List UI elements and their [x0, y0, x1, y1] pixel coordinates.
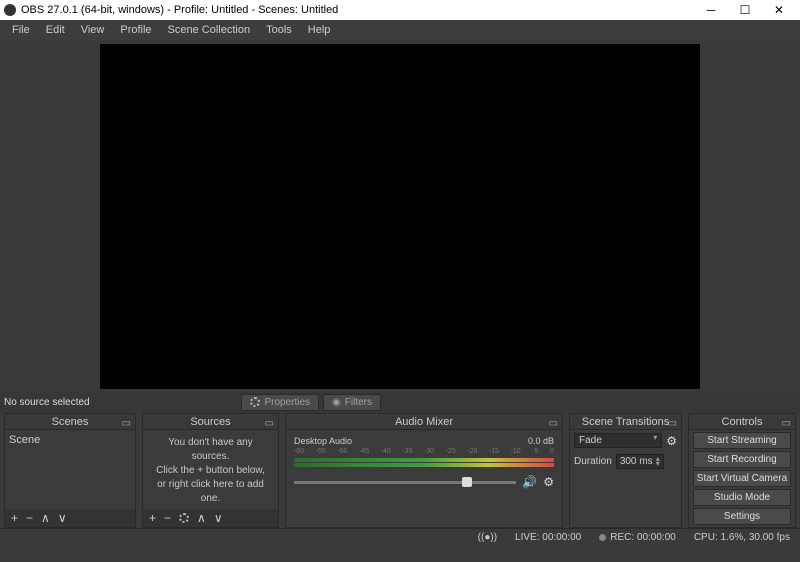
transition-settings-button[interactable]: ⚙: [666, 434, 677, 448]
sources-toolbar: + − ∧ ∨: [143, 509, 278, 527]
volume-slider[interactable]: [294, 481, 516, 484]
dock-panels: Scenes▭ Scene + − ∧ ∨ Sources▭ You don't…: [0, 413, 800, 528]
maximize-button[interactable]: ☐: [728, 0, 762, 20]
sources-empty-hint: You don't have any sources. Click the + …: [143, 430, 278, 509]
audio-mixer-panel: Audio Mixer▭ Desktop Audio 0.0 dB -60-55…: [285, 413, 563, 528]
menu-scene-collection[interactable]: Scene Collection: [160, 24, 259, 36]
move-source-down[interactable]: ∨: [214, 511, 223, 525]
obs-logo-icon: [4, 4, 16, 16]
sources-panel: Sources▭ You don't have any sources. Cli…: [142, 413, 279, 528]
move-scene-down[interactable]: ∨: [58, 511, 67, 525]
transitions-header: Scene Transitions▭: [570, 414, 681, 430]
sources-header: Sources▭: [143, 414, 278, 430]
window-title: OBS 27.0.1 (64-bit, windows) - Profile: …: [21, 4, 694, 16]
start-recording-button[interactable]: Start Recording: [693, 451, 791, 468]
duration-input[interactable]: 300 ms▴▾: [616, 454, 664, 469]
scenes-list[interactable]: Scene: [5, 430, 135, 509]
menubar: File Edit View Profile Scene Collection …: [0, 20, 800, 40]
broadcast-icon: ((●)): [478, 532, 497, 543]
video-preview[interactable]: [100, 44, 700, 389]
titlebar: OBS 27.0.1 (64-bit, windows) - Profile: …: [0, 0, 800, 20]
channel-settings-button[interactable]: ⚙: [543, 475, 554, 489]
scenes-header: Scenes▭: [5, 414, 135, 430]
status-live: LIVE: 00:00:00: [515, 532, 581, 543]
remove-source-button[interactable]: −: [164, 511, 171, 525]
chevron-down-icon: ▾: [653, 435, 657, 446]
transition-select[interactable]: Fade▾: [574, 433, 662, 448]
menu-file[interactable]: File: [4, 24, 38, 36]
duration-label: Duration: [574, 456, 612, 467]
menu-profile[interactable]: Profile: [112, 24, 159, 36]
menu-tools[interactable]: Tools: [258, 24, 300, 36]
transitions-panel: Scene Transitions▭ Fade▾ ⚙ Duration 300 …: [569, 413, 682, 528]
selection-status: No source selected: [4, 397, 90, 408]
scenes-toolbar: + − ∧ ∨: [5, 509, 135, 527]
scenes-panel: Scenes▭ Scene + − ∧ ∨: [4, 413, 136, 528]
speaker-icon[interactable]: 🔊: [522, 475, 537, 489]
preview-area: [0, 40, 800, 391]
channel-name: Desktop Audio: [294, 436, 352, 446]
menu-edit[interactable]: Edit: [38, 24, 73, 36]
add-scene-button[interactable]: +: [11, 511, 18, 525]
audio-channel: Desktop Audio 0.0 dB -60-55-50-45-40-35-…: [286, 430, 562, 495]
vu-meter: [294, 463, 554, 467]
menu-view[interactable]: View: [73, 24, 113, 36]
controls-header: Controls▭: [689, 414, 795, 430]
gear-icon: [250, 397, 260, 407]
controls-panel: Controls▭ Start Streaming Start Recordin…: [688, 413, 796, 528]
vu-meter: [294, 458, 554, 462]
menu-help[interactable]: Help: [300, 24, 339, 36]
add-source-button[interactable]: +: [149, 511, 156, 525]
move-scene-up[interactable]: ∧: [41, 511, 50, 525]
settings-button[interactable]: Settings: [693, 508, 791, 525]
rec-dot-icon: [599, 534, 606, 541]
channel-level: 0.0 dB: [528, 436, 554, 446]
close-button[interactable]: ✕: [762, 0, 796, 20]
slider-thumb[interactable]: [462, 477, 472, 487]
mixer-header: Audio Mixer▭: [286, 414, 562, 430]
source-settings-button[interactable]: [179, 513, 189, 523]
status-cpu: CPU: 1.6%, 30.00 fps: [694, 532, 790, 543]
spinner-icon: ▴▾: [656, 456, 660, 467]
filters-button[interactable]: ◉Filters: [323, 394, 381, 411]
sources-list[interactable]: You don't have any sources. Click the + …: [143, 430, 278, 509]
minimize-button[interactable]: ─: [694, 0, 728, 20]
meter-ticks: -60-55-50-45-40-35-30-25-20-15-10-50: [294, 448, 554, 456]
properties-button[interactable]: Properties: [241, 394, 319, 411]
move-source-up[interactable]: ∧: [197, 511, 206, 525]
scene-item[interactable]: Scene: [5, 430, 135, 450]
status-bar: ((●)) LIVE: 00:00:00 REC: 00:00:00 CPU: …: [0, 528, 800, 546]
start-streaming-button[interactable]: Start Streaming: [693, 432, 791, 449]
studio-mode-button[interactable]: Studio Mode: [693, 489, 791, 506]
start-virtual-camera-button[interactable]: Start Virtual Camera: [693, 470, 791, 487]
source-toolbar: No source selected Properties ◉Filters: [0, 391, 800, 413]
status-rec: REC: 00:00:00: [599, 532, 676, 543]
remove-scene-button[interactable]: −: [26, 511, 33, 525]
filter-icon: ◉: [332, 397, 341, 408]
